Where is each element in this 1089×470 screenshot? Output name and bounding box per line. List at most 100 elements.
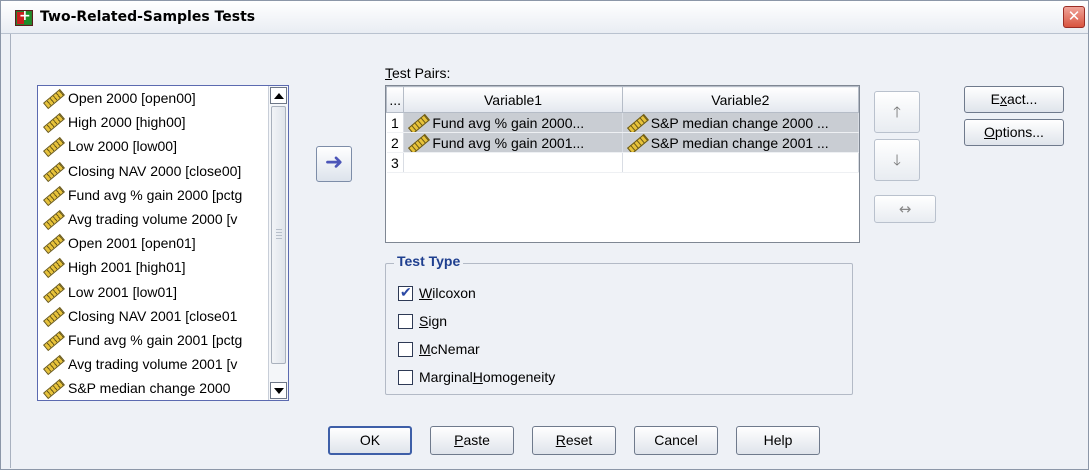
mcnemar-checkbox[interactable] (398, 341, 413, 357)
pair-row[interactable]: 2 Fund avg % gain 2001... S&P median chang… (386, 132, 860, 153)
pair-row-number: 2 (386, 132, 405, 153)
wilcoxon-mnemonic: W (419, 285, 433, 301)
scale-variable-icon (41, 186, 63, 204)
marginal-homogeneity-label-b: omogeneity (482, 369, 556, 385)
wilcoxon-checkbox[interactable] (398, 284, 413, 301)
scale-variable-icon (41, 137, 63, 155)
help-button[interactable]: Help (736, 426, 820, 455)
scale-variable-icon (41, 331, 63, 349)
pair-cell-content: S&P median change 2001 ... (623, 134, 858, 152)
source-list-item-label: Low 2001 [low01] (68, 283, 177, 300)
arrow-up-icon: 🡑 (893, 103, 901, 121)
source-list-item[interactable]: Open 2001 [open01] (38, 231, 268, 255)
move-to-pairs-button[interactable]: ➜ (316, 146, 352, 182)
scale-variable-icon (41, 234, 63, 252)
arrow-down-icon: 🡓 (893, 151, 901, 169)
move-up-button[interactable]: 🡑 (874, 91, 920, 133)
source-list-item[interactable]: Fund avg % gain 2001 [pctg (38, 328, 268, 352)
pair-cell-variable1[interactable] (403, 152, 623, 173)
sign-option[interactable]: Sign (398, 313, 447, 329)
source-list-item[interactable]: High 2000 [high00] (38, 110, 268, 134)
scale-variable-icon (41, 258, 63, 276)
source-list-item-label: Low 2000 [low00] (68, 138, 177, 155)
source-list-item-label: Closing NAV 2001 [close01 (68, 307, 238, 324)
test-pairs-label: Test Pairs: (385, 65, 450, 81)
source-list-item[interactable]: High 2001 [high01] (38, 255, 268, 279)
source-list-item[interactable]: Low 2000 [low00] (38, 134, 268, 158)
source-list-item[interactable]: S&P median change 2000 (38, 376, 268, 400)
source-list-item-label: Fund avg % gain 2001 [pctg (68, 331, 243, 348)
wilcoxon-option[interactable]: Wilcoxon (398, 284, 476, 301)
exact-mnemonic: x (999, 91, 1007, 107)
source-list-item-label: Fund avg % gain 2000 [pctg (68, 186, 243, 203)
source-list-item-label: Avg trading volume 2000 [v (68, 211, 238, 228)
scroll-down-button[interactable] (270, 382, 287, 399)
source-items: Open 2000 [open00] High 2000 [high00] Low … (38, 86, 268, 400)
test-pairs-mnemonic: T (385, 65, 392, 81)
marginal-homogeneity-mnemonic: H (472, 369, 483, 385)
source-list-item[interactable]: Open 2000 [open00] (38, 86, 268, 110)
pair-cell-variable2[interactable] (622, 152, 860, 173)
options-mnemonic: O (984, 124, 995, 140)
mcnemar-option[interactable]: McNemar (398, 341, 480, 357)
move-down-button[interactable]: 🡓 (874, 139, 920, 181)
source-list-item[interactable]: Low 2001 [low01] (38, 280, 268, 304)
pair-cell-content: S&P median change 2000 ... (623, 114, 858, 132)
source-list-item[interactable]: Closing NAV 2000 [close00] (38, 159, 268, 183)
sign-mnemonic: S (419, 313, 429, 329)
test-pairs-table[interactable]: ... Variable1 Variable2 1 Fund avg % gain… (385, 85, 860, 243)
marginal-homogeneity-label-a: Marginal (419, 369, 473, 385)
swap-variables-button[interactable]: ↔ (874, 195, 936, 223)
source-list-item-label: Open 2001 [open01] (68, 235, 196, 252)
pair-row-number: 1 (386, 112, 405, 133)
pair-cell-variable2[interactable]: S&P median change 2001 ... (622, 132, 860, 153)
exact-label-a: E (990, 91, 1000, 107)
exact-button[interactable]: Exact... (964, 86, 1064, 113)
scroll-thumb[interactable] (271, 106, 286, 364)
pair-cell-variable2[interactable]: S&P median change 2000 ... (622, 112, 860, 133)
test-type-legend: Test Type (394, 253, 464, 269)
pair-row[interactable]: 1 Fund avg % gain 2000... S&P median chang… (386, 112, 860, 133)
paste-button[interactable]: Paste (430, 426, 514, 455)
scale-variable-icon (406, 114, 428, 132)
pair-cell-variable1[interactable]: Fund avg % gain 2001... (403, 132, 623, 153)
pair-cell-variable1[interactable]: Fund avg % gain 2000... (403, 112, 623, 133)
paste-label: aste (463, 432, 490, 448)
source-variable-list[interactable]: Open 2000 [open00] High 2000 [high00] Low … (37, 85, 289, 401)
col-header-variable1[interactable]: Variable1 (403, 86, 623, 113)
grip-icon (276, 229, 282, 241)
scale-variable-icon (41, 89, 63, 107)
marginal-homogeneity-option[interactable]: Marginal Homogeneity (398, 369, 555, 385)
options-button[interactable]: Options... (964, 119, 1064, 146)
col-header-variable2[interactable]: Variable2 (621, 86, 860, 113)
chevron-down-icon (273, 387, 284, 394)
ok-button[interactable]: OK (328, 426, 412, 455)
reset-label: eset (565, 432, 593, 448)
title-bar[interactable]: Two-Related-Samples Tests ✕ (1, 1, 1088, 34)
pair-cell-content: Fund avg % gain 2001... (404, 134, 621, 152)
close-button[interactable]: ✕ (1063, 6, 1085, 28)
scale-variable-icon (41, 210, 63, 228)
reset-button[interactable]: Reset (532, 426, 616, 455)
col-header-index[interactable]: ... (385, 86, 405, 113)
source-list-item[interactable]: Avg trading volume 2001 [v (38, 352, 268, 376)
source-list-item[interactable]: Closing NAV 2001 [close01 (38, 304, 268, 328)
source-list-item[interactable]: Fund avg % gain 2000 [pctg (38, 183, 268, 207)
mcnemar-mnemonic: M (419, 341, 431, 357)
scale-variable-icon (41, 113, 63, 131)
pair-cell-label: Fund avg % gain 2000... (432, 114, 585, 131)
scroll-up-button[interactable] (270, 87, 287, 104)
source-list-item-label: Open 2000 [open00] (68, 90, 196, 107)
sign-checkbox[interactable] (398, 313, 413, 329)
source-list-item[interactable]: Avg trading volume 2000 [v (38, 207, 268, 231)
source-list-scrollbar[interactable] (268, 86, 288, 400)
cancel-button[interactable]: Cancel (634, 426, 718, 455)
source-list-item-label: Closing NAV 2000 [close00] (68, 162, 242, 179)
pair-row[interactable]: 3 (386, 152, 860, 173)
pairs-grid: ... Variable1 Variable2 1 Fund avg % gain… (385, 86, 860, 173)
source-list-item-label: High 2000 [high00] (68, 114, 186, 131)
scale-variable-icon (406, 134, 428, 152)
marginal-homogeneity-checkbox[interactable] (398, 369, 413, 385)
pair-cell-label: S&P median change 2000 ... (650, 114, 829, 131)
dialog-window: Two-Related-Samples Tests ✕ Open 2000 [o… (0, 0, 1089, 470)
